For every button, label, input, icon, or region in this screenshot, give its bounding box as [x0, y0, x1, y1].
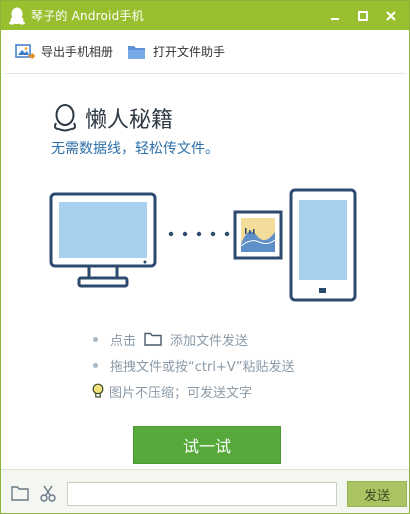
- main-panel: 懒人秘籍 无需数据线，轻松传文件。 点击 添加文件发送 拖拽文件或按“ctrl+…: [5, 73, 405, 470]
- minimize-icon: [331, 17, 339, 20]
- toolbar: 导出手机相册 打开文件助手: [1, 30, 409, 73]
- tip-add-file-label: 添加文件发送: [170, 333, 249, 349]
- tip-drag-label: 拖拽文件或按“ctrl+V”粘贴发送: [110, 359, 295, 375]
- transfer-dots: [168, 231, 230, 237]
- close-button[interactable]: [379, 6, 403, 26]
- message-input[interactable]: [67, 482, 337, 506]
- folder-icon[interactable]: [11, 485, 29, 501]
- tip-image: 图片不压缩；可发送文字: [91, 378, 294, 404]
- add-folder-icon[interactable]: [144, 332, 162, 346]
- window-title: 琴子的 Android手机: [31, 9, 144, 23]
- lightbulb-icon: [92, 383, 104, 398]
- tip-image-label: 图片不压缩；可发送文字: [109, 385, 253, 401]
- send-button[interactable]: 发送: [347, 481, 407, 507]
- input-bar: 发送: [1, 469, 409, 513]
- minimize-button[interactable]: [323, 6, 347, 26]
- tip-drag: 拖拽文件或按“ctrl+V”粘贴发送: [91, 352, 294, 378]
- app-window: 琴子的 Android手机 导出手机相册 打开文件助手 懒人秘籍 无需数据线，轻…: [0, 0, 410, 514]
- bullet: [93, 362, 98, 368]
- tips-list: 点击 添加文件发送 拖拽文件或按“ctrl+V”粘贴发送 图片不压缩；可发送文字: [91, 326, 294, 404]
- monitor-icon: [49, 192, 157, 288]
- scissors-icon[interactable]: [39, 484, 57, 502]
- photo-export-icon: [15, 43, 35, 59]
- open-file-helper-label: 打开文件助手: [153, 45, 226, 59]
- phone-icon: [289, 188, 357, 302]
- window-controls: [323, 6, 403, 26]
- qq-penguin-icon: [9, 7, 25, 25]
- title-bar[interactable]: 琴子的 Android手机: [1, 1, 409, 30]
- try-button[interactable]: 试一试: [133, 426, 281, 464]
- close-icon: [386, 10, 396, 21]
- image-file-icon: [233, 210, 283, 260]
- export-album-button[interactable]: 导出手机相册: [15, 43, 113, 61]
- folder-icon: [128, 45, 146, 59]
- subtitle: 无需数据线，轻松传文件。: [51, 141, 219, 157]
- transfer-illustration: [49, 188, 357, 302]
- heading: 懒人秘籍: [51, 102, 173, 134]
- maximize-icon: [358, 10, 368, 21]
- tip-click-label: 点击: [110, 333, 137, 349]
- bullet: [93, 336, 98, 342]
- tip-add-file: 点击 添加文件发送: [91, 326, 294, 352]
- qq-outline-icon: [54, 104, 76, 132]
- page-title: 懒人秘籍: [85, 108, 174, 133]
- maximize-button[interactable]: [351, 6, 375, 26]
- export-album-label: 导出手机相册: [41, 45, 114, 59]
- open-file-helper-button[interactable]: 打开文件助手: [127, 43, 225, 61]
